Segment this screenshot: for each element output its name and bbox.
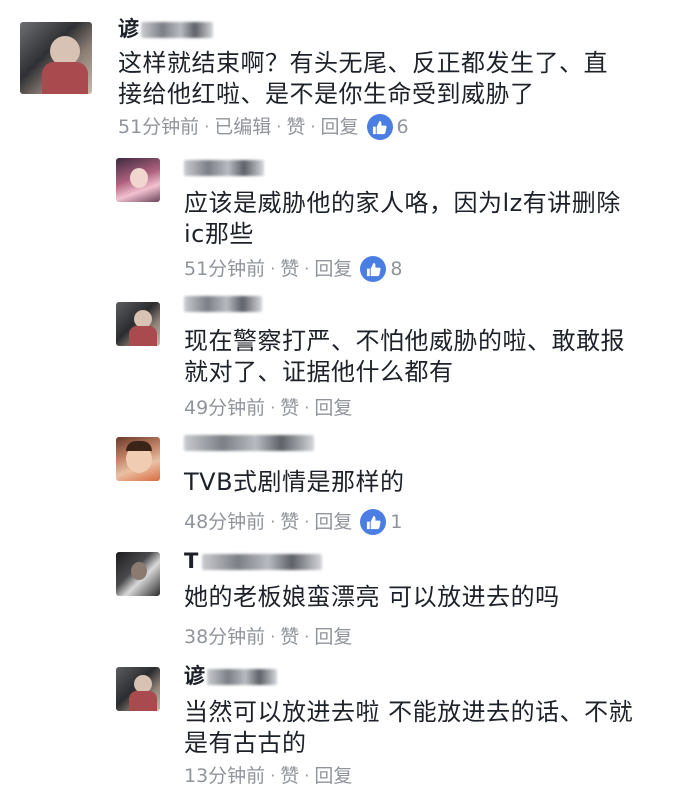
- commenter-name[interactable]: [184, 290, 262, 316]
- timestamp[interactable]: 51分钟前: [184, 256, 265, 282]
- commenter-name[interactable]: 谚: [184, 663, 277, 689]
- avatar[interactable]: [116, 158, 160, 202]
- comment-text: TVB式剧情是那样的: [184, 468, 405, 496]
- like-link[interactable]: 赞: [280, 624, 299, 650]
- blurred-name: [184, 435, 314, 451]
- reply-link[interactable]: 回复: [314, 395, 352, 421]
- like-link[interactable]: 赞: [286, 114, 305, 140]
- thumbs-up-icon: [360, 256, 387, 282]
- thumbs-up-icon: [360, 509, 387, 535]
- like-count-badge[interactable]: 1: [360, 509, 403, 535]
- reply-3: TVB式剧情是那样的 48分钟前 · 赞 · 回复 1: [0, 425, 687, 540]
- timestamp[interactable]: 48分钟前: [184, 509, 265, 535]
- commenter-name[interactable]: [184, 429, 314, 455]
- comment-meta: 51分钟前 · 已编辑 · 赞 · 回复 6: [118, 114, 409, 140]
- avatar[interactable]: [20, 22, 92, 94]
- blurred-name: [184, 160, 264, 176]
- reply-1: 应该是威胁他的家人咯，因为lz有讲删除 ic那些 51分钟前 · 赞 · 回复 …: [0, 150, 687, 290]
- like-link[interactable]: 赞: [280, 763, 299, 789]
- reply-link[interactable]: 回复: [314, 624, 352, 650]
- avatar[interactable]: [116, 437, 160, 481]
- comment-1: 谚 这样就结束啊？有头无尾、反正都发生了、直 接给他红啦、是不是你生命受到威胁了…: [0, 0, 687, 150]
- comment-meta: 13分钟前 · 赞 · 回复: [184, 763, 353, 789]
- comment-text: 这样就结束啊？有头无尾、反正都发生了、直 接给他红啦、是不是你生命受到威胁了: [118, 49, 608, 108]
- timestamp[interactable]: 38分钟前: [184, 624, 265, 650]
- commenter-name[interactable]: 谚: [118, 16, 213, 42]
- reply-4: T 她的老板娘蛮漂亮 可以放进去的吗 38分钟前 · 赞 · 回复: [0, 540, 687, 655]
- like-link[interactable]: 赞: [280, 395, 299, 421]
- comment-text: 应该是威胁他的家人咯，因为lz有讲删除 ic那些: [184, 189, 621, 248]
- avatar[interactable]: [116, 667, 160, 711]
- blurred-name: [184, 296, 262, 312]
- reply-link[interactable]: 回复: [314, 256, 352, 282]
- like-link[interactable]: 赞: [280, 509, 299, 535]
- reply-5: 谚 当然可以放进去啦 不能放进去的话、不就 是有古古的 13分钟前 · 赞 · …: [0, 655, 687, 800]
- avatar[interactable]: [116, 552, 160, 596]
- like-count-badge[interactable]: 6: [366, 114, 409, 140]
- comment-meta: 48分钟前 · 赞 · 回复 1: [184, 509, 403, 535]
- blurred-name: [202, 554, 323, 570]
- comment-meta: 51分钟前 · 赞 · 回复 8: [184, 256, 403, 282]
- reply-link[interactable]: 回复: [314, 763, 352, 789]
- blurred-name: [207, 669, 277, 685]
- commenter-name[interactable]: T: [184, 548, 323, 574]
- reply-link[interactable]: 回复: [321, 114, 359, 140]
- blurred-name: [141, 22, 213, 38]
- like-count-badge[interactable]: 8: [360, 256, 403, 282]
- reply-2: 现在警察打严、不怕他威胁的啦、敢敢报 就对了、证据他什么都有 49分钟前 · 赞…: [0, 290, 687, 425]
- avatar[interactable]: [116, 302, 160, 346]
- like-link[interactable]: 赞: [280, 256, 299, 282]
- edited-label: 已编辑: [214, 116, 272, 138]
- timestamp[interactable]: 13分钟前: [184, 763, 265, 789]
- comment-text: 现在警察打严、不怕他威胁的啦、敢敢报 就对了、证据他什么都有: [184, 327, 625, 386]
- comment-text: 她的老板娘蛮漂亮 可以放进去的吗: [184, 583, 560, 611]
- timestamp[interactable]: 51分钟前: [118, 114, 199, 140]
- commenter-name[interactable]: [184, 154, 264, 180]
- comment-text: 当然可以放进去啦 不能放进去的话、不就 是有古古的: [184, 698, 634, 757]
- thumbs-up-icon: [366, 114, 393, 140]
- timestamp[interactable]: 49分钟前: [184, 395, 265, 421]
- comment-meta: 38分钟前 · 赞 · 回复: [184, 624, 353, 650]
- reply-link[interactable]: 回复: [314, 509, 352, 535]
- comment-meta: 49分钟前 · 赞 · 回复: [184, 395, 353, 421]
